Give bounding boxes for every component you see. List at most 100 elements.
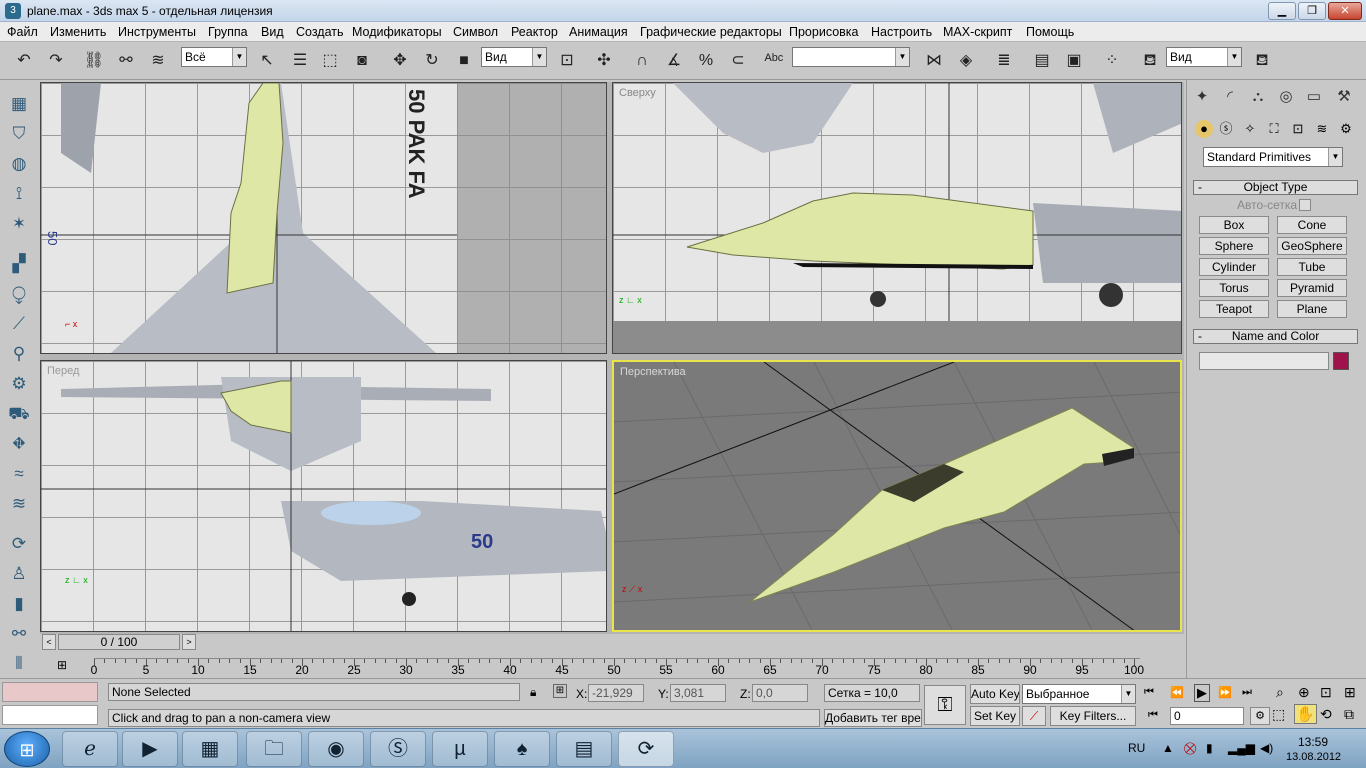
maximize-viewport-icon[interactable]: ⧉ (1344, 706, 1354, 723)
key-icon[interactable]: ⚿ (924, 685, 966, 725)
sphere-button[interactable]: Sphere (1199, 237, 1269, 255)
spring-icon[interactable]: ⧬ (6, 282, 32, 306)
edit-named-selection-icon[interactable]: ᴬᵇᶜ (762, 50, 786, 72)
ragdoll-icon[interactable]: ♙ (6, 562, 32, 586)
toy-car-icon[interactable]: ⛟ (6, 402, 32, 426)
go-to-start-icon[interactable]: ⏮ (1144, 686, 1154, 699)
menu-help[interactable]: Помощь (1026, 25, 1074, 39)
set-key-button[interactable]: Set Key (970, 706, 1020, 726)
dashpot-icon[interactable]: ⟋ (6, 312, 32, 336)
maxscript-listener-mini[interactable] (2, 682, 98, 702)
helpers-icon[interactable]: ⊡ (1289, 120, 1307, 138)
office-icon[interactable]: ▦ (182, 731, 238, 767)
link-icon[interactable]: ⛓ (82, 50, 106, 72)
menu-graph-editors[interactable]: Графические редакторы (640, 25, 782, 39)
clock-date[interactable]: 13.08.2012 (1286, 751, 1341, 763)
tray-arrow-icon[interactable]: ▲ (1162, 741, 1174, 755)
tube-button[interactable]: Tube (1277, 258, 1347, 276)
pyramid-button[interactable]: Pyramid (1277, 279, 1347, 297)
zoom-all-icon[interactable]: ⊕ (1298, 684, 1310, 701)
box-button[interactable]: Box (1199, 216, 1269, 234)
language-indicator[interactable]: RU (1128, 741, 1145, 755)
viewport-top[interactable]: 50 50 PAK FA ⌐ x (40, 82, 607, 354)
menu-customize[interactable]: Настроить (871, 25, 932, 39)
calculator-icon[interactable]: ▤ (556, 731, 612, 767)
undo-icon[interactable]: ↶ (12, 50, 36, 72)
schematic-view-icon[interactable]: ▣ (1062, 50, 1086, 72)
cone-button[interactable]: Cone (1277, 216, 1347, 234)
car-wheel-icon[interactable]: ⚯ (6, 622, 32, 646)
menu-edit[interactable]: Изменить (50, 25, 106, 39)
start-button[interactable]: ⊞ (4, 731, 50, 767)
key-mode-combo[interactable]: Выбранное ▼ (1022, 684, 1136, 704)
object-type-rollout[interactable]: - Object Type (1193, 180, 1358, 195)
add-time-tag-button[interactable]: Добавить тег времени (824, 709, 922, 727)
y-coordinate-field[interactable]: 3,081 (670, 684, 726, 702)
cloth-icon[interactable]: ⛉ (6, 122, 32, 146)
go-to-end-icon[interactable]: ⏭ (1242, 686, 1252, 699)
render-view-combo[interactable]: Вид ▼ (1166, 47, 1242, 67)
fracture-icon[interactable]: ⛖ (6, 432, 32, 456)
x-coordinate-field[interactable]: -21,929 (588, 684, 644, 702)
network-icon[interactable]: ⛒ (1184, 741, 1196, 756)
viewport-left[interactable]: 50 Перед z ∟ x (40, 360, 607, 632)
viewport-perspective[interactable]: Перспектива z ⟋ x (612, 360, 1182, 632)
name-color-rollout[interactable]: - Name and Color (1193, 329, 1358, 344)
skype-icon[interactable]: Ⓢ (370, 731, 426, 767)
3dsmax-task-icon[interactable]: ⟳ (618, 731, 674, 767)
maximize-button[interactable]: ❐ (1298, 2, 1326, 20)
autogrid-checkbox[interactable] (1299, 199, 1311, 211)
menu-view[interactable]: Вид (261, 25, 284, 39)
window-crossing-icon[interactable]: ◙ (350, 50, 374, 72)
torus-button[interactable]: Torus (1199, 279, 1269, 297)
menu-tools[interactable]: Инструменты (118, 25, 196, 39)
percent-snap-icon[interactable]: % (694, 50, 718, 72)
teapot-button[interactable]: Teapot (1199, 300, 1269, 318)
clock-time[interactable]: 13:59 (1298, 735, 1328, 749)
internet-explorer-icon[interactable]: ℯ (62, 731, 118, 767)
tangent-icon[interactable]: ⟋ (1022, 706, 1046, 726)
unlink-icon[interactable]: ⚯ (114, 50, 138, 72)
select-manipulate-icon[interactable]: ✣ (592, 50, 616, 72)
plane-button[interactable]: Plane (1277, 300, 1347, 318)
menu-animation[interactable]: Анимация (569, 25, 628, 39)
layer-manager-icon[interactable]: ≣ (992, 50, 1016, 72)
constraint-solver-icon[interactable]: ≋ (6, 492, 32, 516)
media-player-icon[interactable]: ▶ (122, 731, 178, 767)
chrome-icon[interactable]: ◉ (308, 731, 364, 767)
cameras-icon[interactable]: ⛶ (1265, 120, 1283, 138)
viewport-label-front[interactable]: Сверху (619, 87, 656, 99)
utorrent-icon[interactable]: µ (432, 731, 488, 767)
selection-filter-combo[interactable]: Всё ▼ (181, 47, 247, 67)
utilities-tab-icon[interactable]: ⚒ (1333, 86, 1355, 108)
space-warps-icon[interactable]: ≋ (1313, 120, 1331, 138)
snap-3d-icon[interactable]: ∩ (630, 50, 654, 72)
next-frame-icon[interactable]: > (182, 634, 196, 650)
reference-coord-combo[interactable]: Вид ▼ (481, 47, 547, 67)
viewport-label-perspective[interactable]: Перспектива (620, 366, 686, 378)
geometry-icon[interactable]: ● (1195, 120, 1213, 138)
signal-icon[interactable]: ▂▄▆ (1228, 741, 1255, 755)
time-slider[interactable]: 0 / 100 (58, 634, 180, 650)
object-color-swatch[interactable] (1333, 352, 1349, 370)
lock-icon[interactable]: 🔒︎ (530, 685, 536, 700)
deforming-mesh-icon[interactable]: ✶ (6, 212, 32, 236)
menu-maxscript[interactable]: MAX-скрипт (943, 25, 1012, 39)
zoom-extents-icon[interactable]: ⊡ (1320, 684, 1332, 701)
align-icon[interactable]: ◈ (954, 50, 978, 72)
spinner-snap-icon[interactable]: ⊂ (726, 50, 750, 72)
rope-icon[interactable]: ⟟ (6, 182, 32, 206)
hierarchy-tab-icon[interactable]: ⛬ (1247, 86, 1269, 108)
pan-icon[interactable]: ✋ (1294, 704, 1317, 724)
fracture-tool-icon[interactable]: ⫴ (6, 652, 32, 676)
key-filters-button[interactable]: Key Filters... (1050, 706, 1136, 726)
select-by-name-icon[interactable]: ☰ (288, 50, 312, 72)
move-icon[interactable]: ✥ (388, 50, 412, 72)
cylinder-button[interactable]: Cylinder (1199, 258, 1269, 276)
current-frame-field[interactable]: 0 (1170, 707, 1244, 725)
shapes-icon[interactable]: ⓢ (1217, 120, 1235, 138)
rotate-icon[interactable]: ↻ (420, 50, 444, 72)
minimize-button[interactable]: ▁ (1268, 2, 1296, 20)
material-editor-icon[interactable]: ⁘ (1100, 50, 1124, 72)
viewport-front[interactable]: Сверху z ∟ x (612, 82, 1182, 354)
